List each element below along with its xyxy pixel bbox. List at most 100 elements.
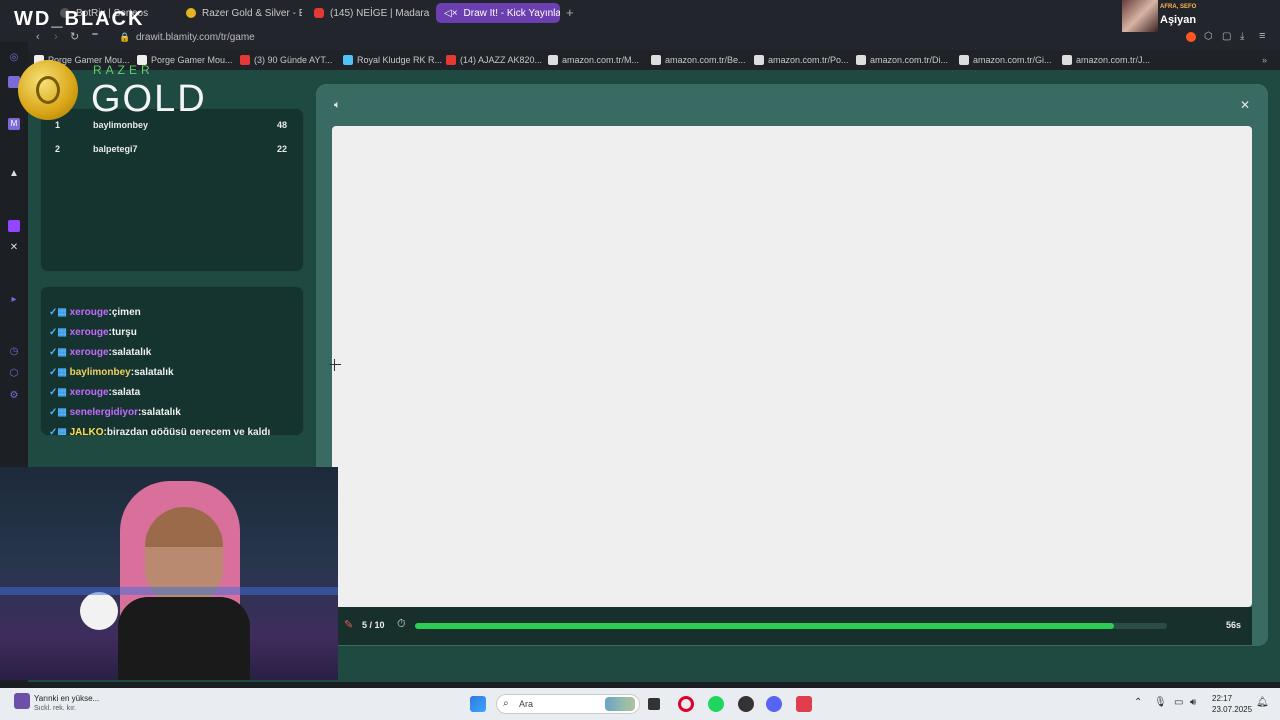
bookmark-label: (3) 90 Günde AYT... (254, 55, 333, 65)
weather-title[interactable]: Yarınki en yükse... (34, 694, 99, 703)
chat-username[interactable]: xerouge (70, 327, 109, 338)
tab-youtube-neige[interactable]: (145) NEİGE | Madara Old (306, 3, 432, 23)
chat-message: ✓▦ xerouge:turşu (49, 327, 137, 338)
tab-razer-gold[interactable]: Razer Gold & Silver - En L (178, 3, 302, 23)
chat-message: ✓▦ senelergidiyor:salatalık (49, 407, 181, 418)
chat-message: ✓▦ baylimonbey:salatalık (49, 367, 174, 378)
x-icon[interactable]: ✕ (8, 242, 20, 254)
chat-message: ✓▦ xerouge:salatalık (49, 347, 151, 358)
chat-username[interactable]: senelergidiyor (70, 407, 138, 418)
amazon-icon (1062, 55, 1072, 65)
network-icon[interactable]: ▭ (1174, 697, 1183, 708)
weather-subtitle: Sıckl. rek. kır. (34, 705, 77, 712)
menu-icon[interactable]: ≡ (1259, 30, 1265, 42)
chat-badge-icon: ✓▦ (49, 367, 70, 378)
bookmarks-bar: Porge Gamer Mou... Porge Gamer Mou... (3… (0, 50, 1280, 70)
timer-value: 56s (1226, 620, 1242, 630)
bookmark-item[interactable]: Royal Kludge RK R... (343, 55, 442, 65)
tab-label: Razer Gold & Silver - En L (202, 7, 302, 19)
player-score: 22 (277, 144, 288, 154)
search-highlight-image (605, 697, 635, 711)
microphone-icon[interactable]: 🎙︎ (1154, 697, 1167, 708)
puzzle-icon[interactable]: ⬡ (1204, 31, 1213, 42)
bookmark-item[interactable]: (14) AJAZZ AK820... (446, 55, 542, 65)
timer-track (415, 623, 1167, 629)
shirt (118, 597, 250, 680)
chat-badge-icon: ✓▦ (49, 407, 70, 418)
extensions-icon[interactable]: ⬡ (8, 368, 20, 380)
snapshot-icon[interactable]: ▢ (1222, 31, 1231, 42)
forward-icon[interactable]: › (54, 31, 58, 43)
chat-text: :turşu (108, 327, 137, 338)
search-box[interactable]: ⌕ Ara (496, 694, 640, 714)
url-field[interactable]: drawit.blamity.com/tr/game (136, 32, 255, 43)
chat-username[interactable]: xerouge (70, 347, 109, 358)
bookmark-label: amazon.com.tr/Be... (665, 55, 746, 65)
bookmark-label: amazon.com.tr/Gi... (973, 55, 1052, 65)
bookmark-item[interactable]: amazon.com.tr/M... (548, 55, 639, 65)
amazon-icon (754, 55, 764, 65)
chat-username[interactable]: xerouge (70, 387, 109, 398)
weather-icon[interactable] (14, 693, 30, 709)
streamer-avatar (1122, 0, 1158, 32)
opera-gx-icon[interactable] (678, 696, 694, 712)
messenger-icon[interactable]: M (8, 118, 20, 130)
notification-icon[interactable]: 🔔︎ (1256, 697, 1269, 708)
clock-date[interactable]: 23.07.2025 (1212, 705, 1252, 714)
bookmarks-overflow-icon[interactable]: » (1262, 55, 1267, 65)
bookmark-item[interactable]: amazon.com.tr/Gi... (959, 55, 1052, 65)
back-icon[interactable]: ‹ (36, 31, 40, 43)
obs-icon[interactable] (738, 696, 754, 712)
address-bar: ‹ › ↻ 🔒 drawit.blamity.com/tr/game ⬡ ▢ ⤓… (0, 26, 1280, 50)
bookmark-item[interactable]: amazon.com.tr/Po... (754, 55, 849, 65)
discord-icon[interactable] (766, 696, 782, 712)
wd-black-logo: WD_BLACK (14, 8, 145, 30)
app-icon[interactable] (796, 696, 812, 712)
drawing-canvas[interactable] (332, 126, 1252, 607)
twitch-icon[interactable] (8, 220, 20, 232)
sound-icon[interactable]: 🔈︎ (334, 99, 341, 112)
vpn-badge[interactable] (92, 33, 98, 35)
history-icon[interactable]: ◷ (8, 346, 20, 358)
chat-message: ✓▦ xerouge:çimen (49, 307, 141, 318)
rank: 1 (55, 120, 61, 130)
leaderboard-panel: 1 baylimonbey 48 2 balpetegi7 22 (40, 108, 304, 272)
mute-icon: ◁× (444, 7, 458, 19)
volume-icon[interactable]: 🔊︎ (1190, 697, 1196, 708)
new-tab-button[interactable]: + (566, 5, 574, 20)
chat-username[interactable]: baylimonbey (70, 367, 131, 378)
chat-badge-icon: ✓▦ (49, 307, 70, 318)
bookmark-item[interactable]: amazon.com.tr/Di... (856, 55, 948, 65)
windows-start-icon[interactable] (470, 696, 486, 712)
search-placeholder: Ara (519, 699, 534, 709)
razer-gold-icon (186, 8, 196, 18)
chat-text: :birazdan göğüsü gerecem ve kaldı (103, 427, 271, 436)
tab-label: (145) NEİGE | Madara Old (330, 7, 432, 19)
now-playing-artist: AFRA, SEFO (1160, 4, 1197, 10)
chat-text: :salata (108, 387, 141, 398)
diamond-icon (343, 55, 353, 65)
clock-time[interactable]: 22:17 (1212, 694, 1232, 703)
settings-icon[interactable]: ⚙ (8, 390, 20, 402)
close-icon[interactable]: ✕ (1240, 98, 1250, 112)
extension-icon[interactable] (1186, 32, 1196, 42)
reload-icon[interactable]: ↻ (70, 30, 79, 43)
spotify-icon[interactable] (708, 696, 724, 712)
download-icon[interactable]: ⤓ (1240, 31, 1244, 42)
arrow-icon[interactable]: ▲ (8, 168, 20, 180)
file-explorer-icon[interactable] (648, 698, 660, 710)
chat-message: ✓▦ JALKO:birazdan göğüsü gerecem ve kald… (49, 427, 271, 436)
bookmark-item[interactable]: amazon.com.tr/J... (1062, 55, 1150, 65)
tab-bar: BotRix | Sorteos Razer Gold & Silver - E… (0, 0, 1280, 26)
chat-username[interactable]: xerouge (70, 307, 109, 318)
bookmark-label: Royal Kludge RK R... (357, 55, 443, 65)
tray-overflow-icon[interactable]: ⌃ (1134, 697, 1142, 708)
bookmark-item[interactable]: amazon.com.tr/Be... (651, 55, 746, 65)
player-icon[interactable]: ▸ (8, 294, 20, 306)
bookmark-item[interactable]: (3) 90 Günde AYT... (240, 55, 332, 65)
opera-icon[interactable]: ◎ (8, 52, 20, 64)
tab-label: Draw It! - Kick Yayınla (463, 7, 560, 19)
tab-draw-it[interactable]: ◁× Draw It! - Kick Yayınla (436, 3, 560, 23)
round-counter: 5 / 10 (362, 620, 385, 630)
chat-username[interactable]: JALKO (70, 427, 104, 435)
